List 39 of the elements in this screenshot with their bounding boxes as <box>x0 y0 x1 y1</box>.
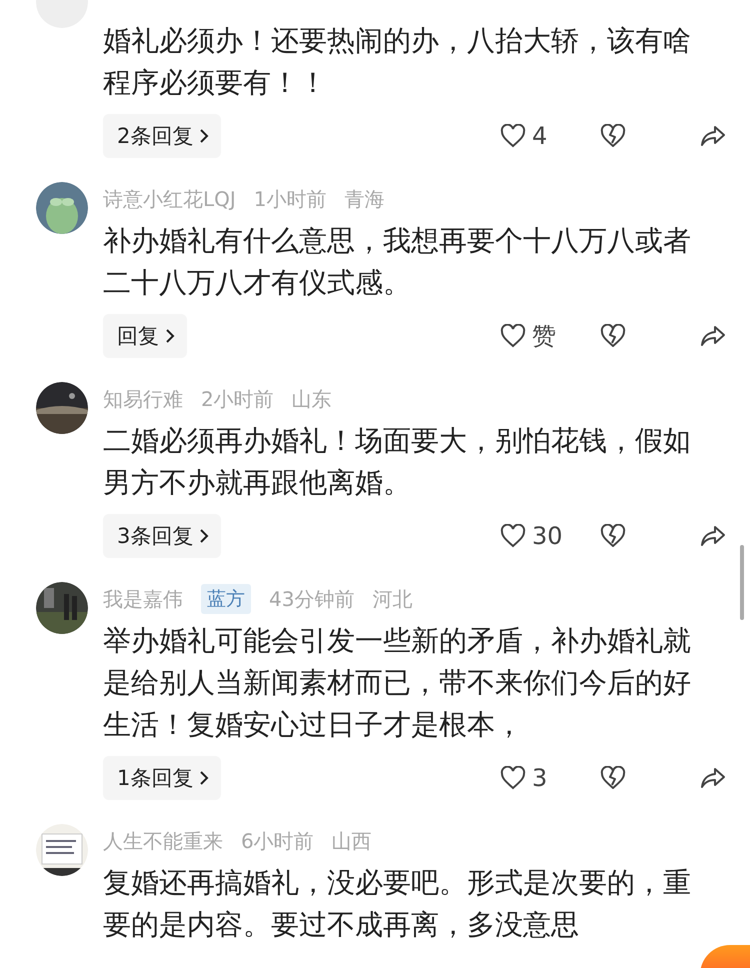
comment-text: 复婚还再搞婚礼，没必要吧。形式是次要的，重要的是内容。要过不成再离，多没意思 <box>103 865 692 943</box>
reply-button[interactable]: 3条回复 <box>103 514 222 558</box>
timestamp: 6小时前 <box>241 828 314 854</box>
share-icon[interactable] <box>700 766 726 790</box>
broken-heart-icon[interactable] <box>600 124 626 148</box>
location: 河北 <box>372 586 412 612</box>
share-icon[interactable] <box>700 524 726 548</box>
location: 山西 <box>332 828 372 854</box>
comment-text: 婚礼必须办！还要热闹的办，八抬大轿，该有啥程序必须要有！！ <box>103 23 692 101</box>
reply-button[interactable]: 回复 <box>103 314 187 358</box>
timestamp: 1小时前 <box>254 186 327 212</box>
chevron-icon <box>165 328 175 344</box>
like-count: 3 <box>532 764 548 792</box>
broken-heart-icon[interactable] <box>600 524 626 548</box>
location: 青海 <box>344 186 385 212</box>
timestamp: 2小时前 <box>201 386 274 412</box>
broken-heart-icon[interactable] <box>600 766 626 790</box>
chevron-icon <box>199 128 210 144</box>
like-count: 赞 <box>532 321 556 352</box>
broken-heart-icon[interactable] <box>600 324 626 348</box>
reply-button[interactable]: 2条回复 <box>103 114 222 158</box>
share-icon[interactable] <box>700 324 726 348</box>
chevron-icon <box>199 528 210 544</box>
tag-badge: 蓝方 <box>201 584 251 614</box>
comment-text: 举办婚礼可能会引发一些新的矛盾，补办婚礼就是给别人当新闻素材而已，带不来你们今后的好生活！复婚安心过日子才是根本， <box>103 623 692 743</box>
heart-icon[interactable] <box>500 766 526 790</box>
like-count: 4 <box>532 122 548 150</box>
reply-button[interactable]: 1条回复 <box>103 756 222 800</box>
share-icon[interactable] <box>700 124 726 148</box>
timestamp: 43分钟前 <box>269 586 354 612</box>
comment-text: 二婚必须再办婚礼！场面要大，别怕花钱，假如男方不办就再跟他离婚。 <box>103 423 692 501</box>
heart-icon[interactable] <box>500 124 526 148</box>
scrollbar[interactable] <box>740 545 744 620</box>
like-count: 30 <box>532 522 563 550</box>
chevron-icon <box>199 770 210 786</box>
comment-text: 补办婚礼有什么意思，我想再要个十八万八或者二十八万八才有仪式感。 <box>103 223 692 301</box>
location: 山东 <box>292 386 332 412</box>
heart-icon[interactable] <box>500 324 526 348</box>
heart-icon[interactable] <box>500 524 526 548</box>
